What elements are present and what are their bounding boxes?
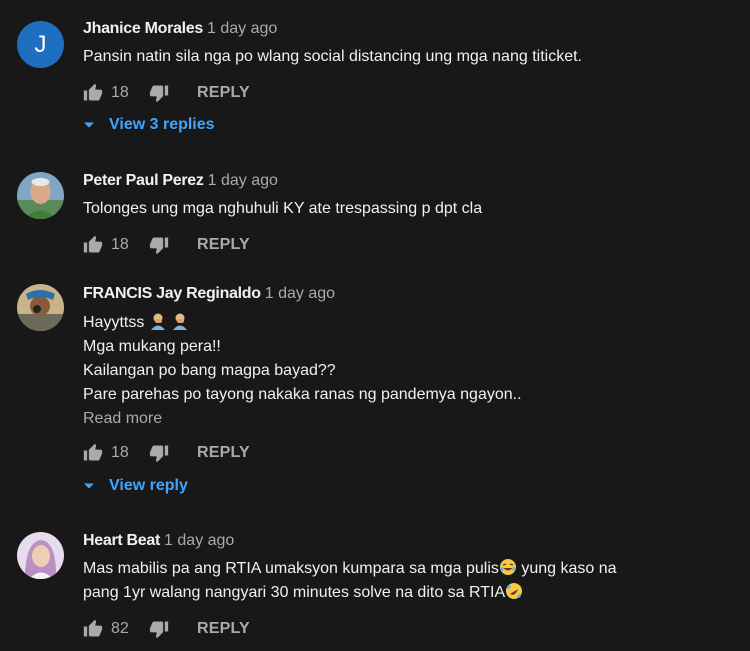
comment-actions: 18 REPLY bbox=[83, 441, 250, 465]
view-replies-button[interactable]: View 3 replies bbox=[83, 116, 215, 134]
comment-actions: 18 REPLY bbox=[83, 81, 250, 105]
reply-button[interactable]: REPLY bbox=[197, 84, 250, 102]
like-icon[interactable] bbox=[83, 83, 103, 103]
avatar-photo bbox=[17, 532, 64, 579]
view-replies-label: View 3 replies bbox=[109, 116, 215, 133]
reply-button[interactable]: REPLY bbox=[197, 444, 250, 462]
avatar-letter: J bbox=[34, 30, 47, 58]
timestamp[interactable]: 1 day ago bbox=[164, 532, 234, 549]
comment-text: Tolonges ung mga nghuhuli KY ate trespas… bbox=[83, 197, 482, 221]
comment-line: Hayyttss bbox=[83, 311, 522, 335]
like-count: 82 bbox=[111, 620, 129, 637]
comment-line-text: yung kaso na bbox=[521, 560, 617, 577]
facepalm-emoji-icon bbox=[150, 313, 165, 330]
timestamp[interactable]: 1 day ago bbox=[265, 285, 335, 302]
like-icon[interactable] bbox=[83, 235, 103, 255]
dislike-icon[interactable] bbox=[149, 83, 169, 103]
view-replies-button[interactable]: View reply bbox=[83, 477, 188, 495]
avatar-photo bbox=[17, 284, 64, 331]
comment-line: pang 1yr walang nangyari 30 minutes solv… bbox=[83, 581, 617, 605]
author-name[interactable]: Jhanice Morales bbox=[83, 20, 203, 37]
laughing-tears-emoji-icon bbox=[499, 559, 516, 575]
comment-header: Heart Beat 1 day ago bbox=[83, 532, 234, 550]
avatar[interactable] bbox=[17, 172, 64, 219]
like-icon[interactable] bbox=[83, 443, 103, 463]
comment-actions: 82 REPLY bbox=[83, 617, 250, 641]
dislike-icon[interactable] bbox=[149, 443, 169, 463]
comment-actions: 18 REPLY bbox=[83, 233, 250, 257]
comment-line: Mga mukang pera!! bbox=[83, 338, 221, 355]
comment-line: Pansin natin sila nga po wlang social di… bbox=[83, 48, 582, 65]
comment-line-text: pang 1yr walang nangyari 30 minutes solv… bbox=[83, 584, 506, 601]
avatar[interactable]: J bbox=[17, 21, 64, 68]
reply-button[interactable]: REPLY bbox=[197, 236, 250, 254]
timestamp[interactable]: 1 day ago bbox=[207, 20, 277, 37]
avatar[interactable] bbox=[17, 532, 64, 579]
comment-text: Hayyttss Mga mukang pera!! Kailangan po … bbox=[83, 311, 522, 407]
rolling-laughing-emoji-icon bbox=[506, 583, 523, 599]
chevron-down-icon bbox=[83, 119, 95, 131]
comment-line: Pare parehas po tayong nakaka ranas ng p… bbox=[83, 386, 522, 403]
comment-header: FRANCIS Jay Reginaldo 1 day ago bbox=[83, 285, 335, 303]
comment-text: Mas mabilis pa ang RTIA umaksyon kumpara… bbox=[83, 557, 617, 605]
comment-line: Kailangan po bang magpa bayad?? bbox=[83, 362, 336, 379]
read-more-button[interactable]: Read more bbox=[83, 410, 162, 428]
avatar[interactable] bbox=[17, 284, 64, 331]
author-name[interactable]: Peter Paul Perez bbox=[83, 172, 204, 189]
comment-line-text: Mas mabilis pa ang RTIA umaksyon kumpara… bbox=[83, 560, 499, 577]
like-count: 18 bbox=[111, 84, 129, 101]
comment-text: Pansin natin sila nga po wlang social di… bbox=[83, 45, 582, 69]
comment-line: Mas mabilis pa ang RTIA umaksyon kumpara… bbox=[83, 557, 617, 581]
like-count: 18 bbox=[111, 444, 129, 461]
avatar-photo bbox=[17, 172, 64, 219]
dislike-icon[interactable] bbox=[149, 619, 169, 639]
comment-header: Peter Paul Perez 1 day ago bbox=[83, 172, 278, 190]
chevron-down-icon bbox=[83, 480, 95, 492]
comment-line: Tolonges ung mga nghuhuli KY ate trespas… bbox=[83, 200, 483, 217]
like-icon[interactable] bbox=[83, 619, 103, 639]
comment-line-text: Hayyttss bbox=[83, 314, 145, 331]
reply-button[interactable]: REPLY bbox=[197, 620, 250, 638]
facepalm-emoji-icon bbox=[173, 313, 188, 330]
author-name[interactable]: FRANCIS Jay Reginaldo bbox=[83, 285, 261, 302]
dislike-icon[interactable] bbox=[149, 235, 169, 255]
comment-header: Jhanice Morales 1 day ago bbox=[83, 20, 277, 38]
like-count: 18 bbox=[111, 236, 129, 253]
view-replies-label: View reply bbox=[109, 477, 188, 494]
author-name[interactable]: Heart Beat bbox=[83, 532, 160, 549]
timestamp[interactable]: 1 day ago bbox=[208, 172, 278, 189]
